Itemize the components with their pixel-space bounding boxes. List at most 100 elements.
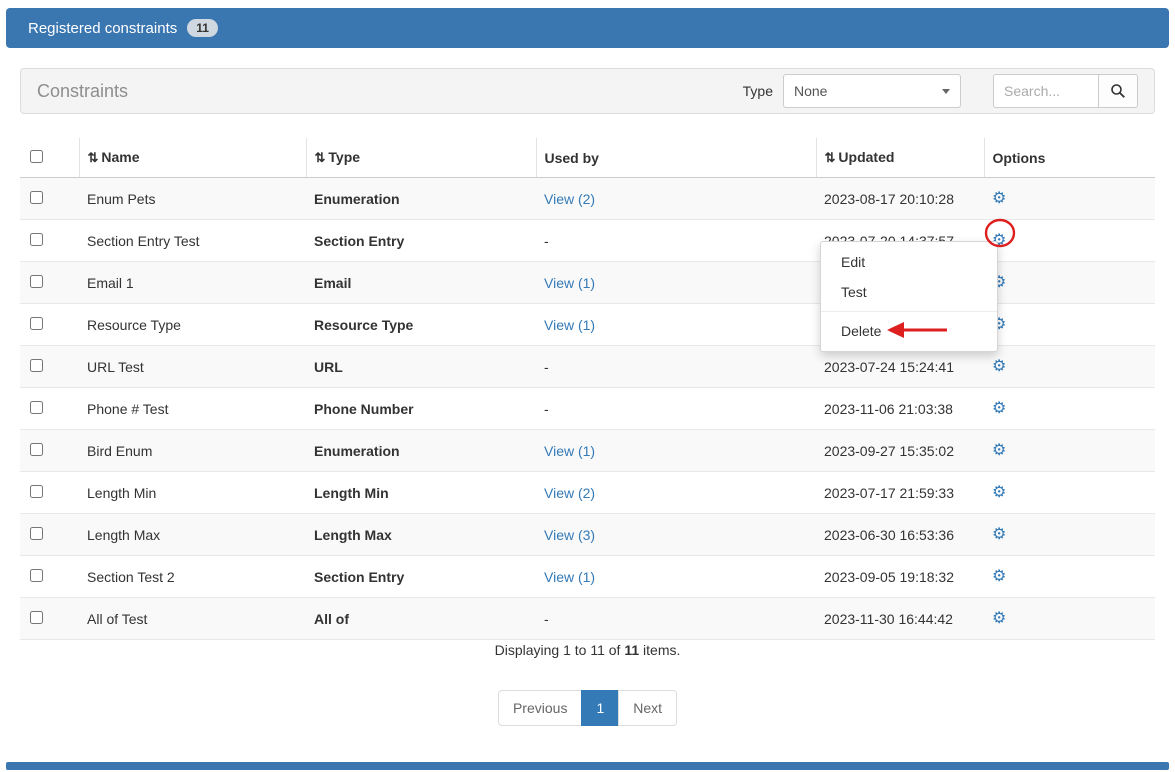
gear-icon[interactable]: ⚙ (992, 610, 1006, 627)
table-row: Length Min Length Min View (2) 2023-07-1… (20, 472, 1155, 514)
constraint-type: Length Max (306, 514, 536, 556)
constraint-name: Section Entry Test (79, 220, 306, 262)
constraint-name: Phone # Test (79, 388, 306, 430)
table-row: Length Max Length Max View (3) 2023-06-3… (20, 514, 1155, 556)
updated-timestamp: 2023-06-30 16:53:36 (816, 514, 984, 556)
row-checkbox[interactable] (30, 527, 43, 540)
constraint-name: URL Test (79, 346, 306, 388)
column-header-name[interactable]: ⇅Name (79, 138, 306, 178)
pagination-next[interactable]: Next (618, 690, 677, 726)
sort-icon: ⇅ (88, 150, 99, 165)
updated-timestamp: 2023-09-05 19:18:32 (816, 556, 984, 598)
panel-heading: Constraints Type None (20, 68, 1155, 114)
footer-bar (6, 762, 1169, 770)
constraint-type: Enumeration (306, 430, 536, 472)
constraint-type: All of (306, 598, 536, 640)
pagination-previous[interactable]: Previous (498, 690, 582, 726)
constraint-name: Email 1 (79, 262, 306, 304)
page-title: Registered constraints (28, 20, 177, 37)
used-by-link: - (544, 401, 549, 417)
gear-icon[interactable]: ⚙ (992, 190, 1006, 207)
select-all-checkbox[interactable] (30, 150, 43, 163)
pagination: Previous 1 Next (0, 690, 1175, 726)
updated-timestamp: 2023-11-30 16:44:42 (816, 598, 984, 640)
column-header-updated[interactable]: ⇅Updated (816, 138, 984, 178)
used-by-link[interactable]: View (3) (544, 527, 595, 543)
used-by-link[interactable]: View (1) (544, 275, 595, 291)
column-header-type[interactable]: ⇅Type (306, 138, 536, 178)
row-checkbox[interactable] (30, 359, 43, 372)
row-checkbox[interactable] (30, 191, 43, 204)
table-row: Section Test 2 Section Entry View (1) 20… (20, 556, 1155, 598)
row-checkbox[interactable] (30, 443, 43, 456)
row-checkbox[interactable] (30, 233, 43, 246)
updated-timestamp: 2023-11-06 21:03:38 (816, 388, 984, 430)
gear-icon[interactable]: ⚙ (992, 568, 1006, 585)
row-checkbox[interactable] (30, 275, 43, 288)
constraint-type: Email (306, 262, 536, 304)
used-by-link: - (544, 233, 549, 249)
gear-icon[interactable]: ⚙ (992, 526, 1006, 543)
used-by-link[interactable]: View (1) (544, 569, 595, 585)
constraint-type: URL (306, 346, 536, 388)
constraint-name: Resource Type (79, 304, 306, 346)
gear-icon[interactable]: ⚙ (992, 484, 1006, 501)
type-filter-select[interactable]: None (783, 74, 961, 108)
constraints-table: ⇅Name ⇅Type Used by ⇅Updated Options Enu… (20, 138, 1155, 640)
search-group (993, 74, 1138, 108)
constraint-type: Length Min (306, 472, 536, 514)
updated-timestamp: 2023-08-17 20:10:28 (816, 178, 984, 220)
used-by-link[interactable]: View (2) (544, 191, 595, 207)
used-by-link[interactable]: View (1) (544, 317, 595, 333)
constraint-type: Enumeration (306, 178, 536, 220)
constraint-type: Section Entry (306, 220, 536, 262)
search-icon (1110, 83, 1126, 99)
gear-icon[interactable]: ⚙ (992, 358, 1006, 375)
type-filter-value: None (794, 83, 827, 99)
constraint-name: All of Test (79, 598, 306, 640)
menu-item-test[interactable]: Test (821, 277, 997, 307)
row-checkbox[interactable] (30, 401, 43, 414)
constraint-name: Bird Enum (79, 430, 306, 472)
column-header-options: Options (984, 138, 1155, 178)
constraint-name: Length Min (79, 472, 306, 514)
menu-item-edit[interactable]: Edit (821, 247, 997, 277)
count-badge: 11 (187, 19, 218, 37)
updated-timestamp: 2023-09-27 15:35:02 (816, 430, 984, 472)
row-checkbox[interactable] (30, 569, 43, 582)
chevron-down-icon (942, 89, 950, 94)
table-header-row: ⇅Name ⇅Type Used by ⇅Updated Options (20, 138, 1155, 178)
constraint-type: Resource Type (306, 304, 536, 346)
updated-timestamp: 2023-07-17 21:59:33 (816, 472, 984, 514)
used-by-link[interactable]: View (1) (544, 443, 595, 459)
items-summary: Displaying 1 to 11 of 11 items. (0, 642, 1175, 658)
used-by-link: - (544, 359, 549, 375)
used-by-link: - (544, 611, 549, 627)
used-by-link[interactable]: View (2) (544, 485, 595, 501)
gear-icon[interactable]: ⚙ (992, 400, 1006, 417)
constraint-name: Length Max (79, 514, 306, 556)
pagination-page-1[interactable]: 1 (581, 690, 619, 726)
row-checkbox[interactable] (30, 485, 43, 498)
table-row: Enum Pets Enumeration View (2) 2023-08-1… (20, 178, 1155, 220)
table-row: All of Test All of - 2023-11-30 16:44:42… (20, 598, 1155, 640)
gear-icon[interactable]: ⚙ (992, 442, 1006, 459)
sort-icon: ⇅ (825, 150, 836, 165)
options-context-menu: Edit Test Delete (820, 241, 998, 352)
table-row: Phone # Test Phone Number - 2023-11-06 2… (20, 388, 1155, 430)
search-button[interactable] (1098, 74, 1138, 108)
sort-icon: ⇅ (315, 150, 326, 165)
menu-item-delete[interactable]: Delete (821, 316, 997, 346)
row-checkbox[interactable] (30, 611, 43, 624)
page: Registered constraints 11 Constraints Ty… (0, 0, 1175, 772)
menu-divider (821, 311, 997, 312)
row-checkbox[interactable] (30, 317, 43, 330)
constraint-type: Phone Number (306, 388, 536, 430)
constraint-type: Section Entry (306, 556, 536, 598)
constraint-name: Enum Pets (79, 178, 306, 220)
table-row: Bird Enum Enumeration View (1) 2023-09-2… (20, 430, 1155, 472)
type-filter-label: Type (743, 83, 773, 99)
search-input[interactable] (993, 74, 1098, 108)
column-header-used-by: Used by (536, 138, 816, 178)
panel-title: Constraints (37, 81, 743, 102)
